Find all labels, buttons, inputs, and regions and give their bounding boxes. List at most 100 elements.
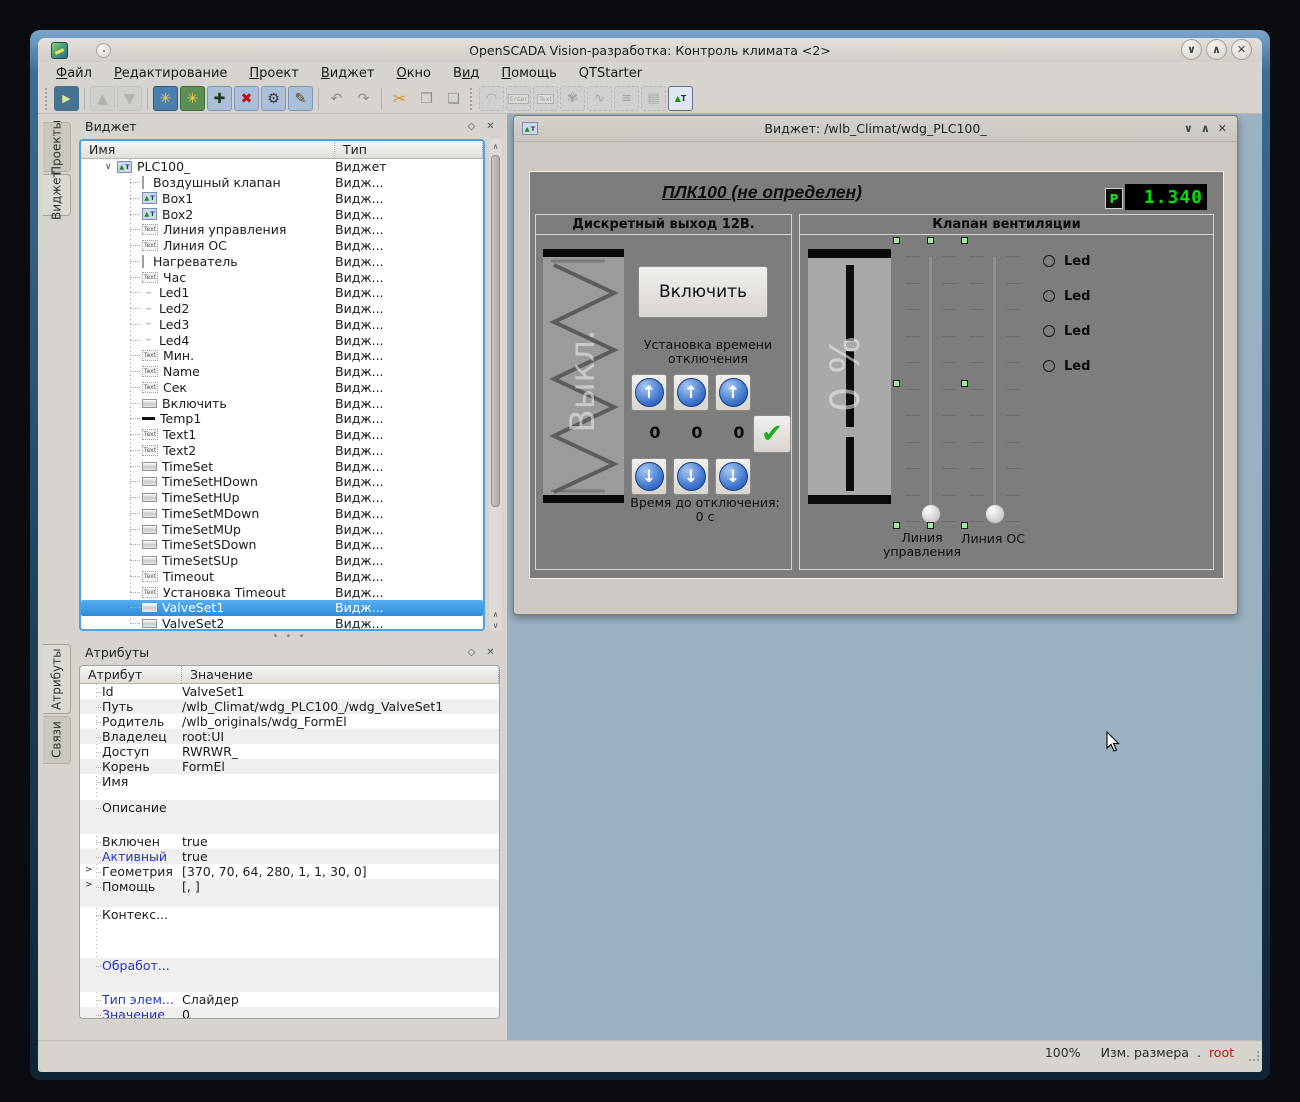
attribute-value[interactable]: ValveSet1 <box>182 684 244 699</box>
attribute-row[interactable]: Значение0 <box>80 1007 499 1019</box>
tree-row[interactable]: TimeSetMUpВидж... <box>81 521 483 537</box>
attribute-row[interactable]: Владелецroot:UI <box>80 729 499 744</box>
menu-item-окно[interactable]: Окно <box>386 64 441 83</box>
side-tab-виджет[interactable]: Виджет <box>43 174 71 216</box>
attribute-row[interactable]: КореньFormEl <box>80 759 499 774</box>
tree-row[interactable]: TextText1Видж... <box>81 427 483 443</box>
attribute-value[interactable]: [, ] <box>182 879 200 894</box>
add-widget-icon[interactable]: ✚ <box>207 86 232 111</box>
apply-time-button[interactable]: ✔ <box>753 415 791 453</box>
dock-splitter[interactable]: • • • <box>76 633 503 641</box>
current-user[interactable]: root <box>1209 1045 1234 1060</box>
selection-handle[interactable] <box>893 237 900 244</box>
attribute-row[interactable]: >Геометрия[370, 70, 64, 280, 1, 1, 30, 0… <box>80 864 499 879</box>
menu-item-виджет[interactable]: Виджет <box>311 64 385 83</box>
attribute-row[interactable]: IdValveSet1 <box>80 684 499 699</box>
time-down-button-1[interactable]: ↓ <box>631 458 667 495</box>
tree-row[interactable]: TextЛиния управленияВидж... <box>81 222 483 238</box>
tree-header-type[interactable]: Тип <box>335 141 483 158</box>
child-maximize-button[interactable]: ∧ <box>1201 122 1210 135</box>
attributes-header[interactable]: Атрибут Значение <box>80 666 499 684</box>
attribute-row[interactable]: ДоступRWRWR_ <box>80 744 499 759</box>
led-indicator-3[interactable]: Led <box>1043 323 1090 339</box>
new-widget-library-icon[interactable]: ✳ <box>153 86 178 111</box>
cut-icon[interactable]: ✂ <box>387 86 412 111</box>
attribute-value[interactable]: true <box>182 834 208 849</box>
attribute-row[interactable]: Путь/wlb_Climat/wdg_PLC100_/wdg_ValveSet… <box>80 699 499 714</box>
tree-row[interactable]: ∨▲TPLC100_Виджет <box>81 159 483 175</box>
time-down-button-2[interactable]: ↓ <box>673 458 709 495</box>
attribute-value[interactable]: true <box>182 849 208 864</box>
attribute-row[interactable]: Тип элем...Слайдер <box>80 992 499 1007</box>
dock-close-icon[interactable]: ✕ <box>484 646 497 659</box>
tree-row[interactable]: --Led1Видж... <box>81 285 483 301</box>
resize-grip[interactable] <box>1249 1051 1259 1061</box>
slider-handle[interactable] <box>985 504 1005 524</box>
widget-canvas[interactable]: ПЛК100 (не определен) P 1.340 Дискретный… <box>529 171 1224 579</box>
attribute-value[interactable]: /wlb_originals/wdg_FormEl <box>182 714 347 729</box>
tree-row[interactable]: TextTimeoutВидж... <box>81 569 483 585</box>
tree-row[interactable]: --Led3Видж... <box>81 317 483 333</box>
widget-dock-titlebar[interactable]: Виджет ◇ ✕ <box>76 115 503 137</box>
control-line-slider[interactable] <box>906 256 956 521</box>
slider-handle[interactable] <box>921 504 941 524</box>
side-tab-проекты[interactable]: Проекты <box>43 122 71 172</box>
dock-float-icon[interactable]: ◇ <box>465 120 478 133</box>
attributes-dock-titlebar[interactable]: Атрибуты ◇ ✕ <box>76 641 503 663</box>
attribute-value[interactable]: /wlb_Climat/wdg_PLC100_/wdg_ValveSet1 <box>182 699 443 714</box>
tree-row[interactable]: ВключитьВидж... <box>81 395 483 411</box>
tree-row[interactable]: TextЧасВидж... <box>81 269 483 285</box>
tree-header-name[interactable]: Имя <box>81 141 335 158</box>
led-indicator-1[interactable]: Led <box>1043 253 1090 269</box>
time-up-button-3[interactable]: ↑ <box>715 374 751 411</box>
tree-row[interactable]: ▲TBox1Видж... <box>81 191 483 207</box>
attribute-row[interactable]: >Помощь[, ] <box>80 879 499 907</box>
time-down-button-3[interactable]: ↓ <box>715 458 751 495</box>
tree-row[interactable]: ValveSet2Видж... <box>81 616 483 631</box>
tree-row[interactable]: TextЛиния ОСВидж... <box>81 238 483 254</box>
attribute-row[interactable]: Контекс... <box>80 907 499 958</box>
tree-row[interactable]: TimeSetHDownВидж... <box>81 474 483 490</box>
widget-properties-icon[interactable]: ⚙ <box>261 86 286 111</box>
tree-row[interactable]: Temp1Видж... <box>81 411 483 427</box>
time-up-button-2[interactable]: ↑ <box>673 374 709 411</box>
menu-item-qtstarter[interactable]: QTStarter <box>569 64 652 83</box>
tree-row[interactable]: --Led4Видж... <box>81 332 483 348</box>
menu-item-файл[interactable]: Файл <box>46 64 102 83</box>
tree-row[interactable]: TimeSetSDownВидж... <box>81 537 483 553</box>
attribute-row[interactable]: Родитель/wlb_originals/wdg_FormEl <box>80 714 499 729</box>
tree-row[interactable]: TimeSetВидж... <box>81 458 483 474</box>
attr-header-value[interactable]: Значение <box>182 666 499 683</box>
delete-widget-icon[interactable]: ✖ <box>234 86 259 111</box>
selection-handle[interactable] <box>927 522 934 529</box>
turn-on-button[interactable]: Включить <box>638 266 768 318</box>
tree-scrollbar[interactable]: ∧ ∧∨ <box>489 139 502 631</box>
attribute-row[interactable]: Описание <box>80 800 499 834</box>
attribute-value[interactable]: [370, 70, 64, 280, 1, 1, 30, 0] <box>182 864 367 879</box>
expander-icon[interactable]: ∨ <box>105 162 117 172</box>
attribute-row[interactable]: Активныйtrue <box>80 849 499 864</box>
tree-row[interactable]: НагревательВидж... <box>81 254 483 270</box>
tree-row[interactable]: TextМин.Видж... <box>81 348 483 364</box>
attribute-row[interactable]: Включенtrue <box>80 834 499 849</box>
selection-handle[interactable] <box>927 237 934 244</box>
menu-item-редактирование[interactable]: Редактирование <box>104 64 237 83</box>
tree-row[interactable]: --Led2Видж... <box>81 301 483 317</box>
tree-row[interactable]: TextУстановка TimeoutВидж... <box>81 584 483 600</box>
attribute-value[interactable]: RWRWR_ <box>182 744 238 759</box>
attribute-value[interactable]: Слайдер <box>182 992 239 1007</box>
selection-handle[interactable] <box>961 237 968 244</box>
side-tab-связи[interactable]: Связи <box>43 716 71 764</box>
widget-edit-icon[interactable]: ✎ <box>288 86 313 111</box>
attribute-value[interactable]: root:UI <box>182 729 224 744</box>
close-button[interactable]: ✕ <box>1231 39 1252 60</box>
tree-row[interactable]: TimeSetSUpВидж... <box>81 553 483 569</box>
dock-close-icon[interactable]: ✕ <box>484 120 497 133</box>
minimize-button[interactable]: ∨ <box>1181 39 1202 60</box>
scroll-up-icon[interactable]: ∧ <box>489 139 502 153</box>
attribute-value[interactable]: 0 <box>182 1007 190 1019</box>
scroll-up-icon[interactable]: ∧ <box>493 609 499 620</box>
child-shade-button[interactable]: ∨ <box>1184 122 1193 135</box>
selection-handle[interactable] <box>961 380 968 387</box>
toolbar-handle[interactable] <box>45 88 50 110</box>
